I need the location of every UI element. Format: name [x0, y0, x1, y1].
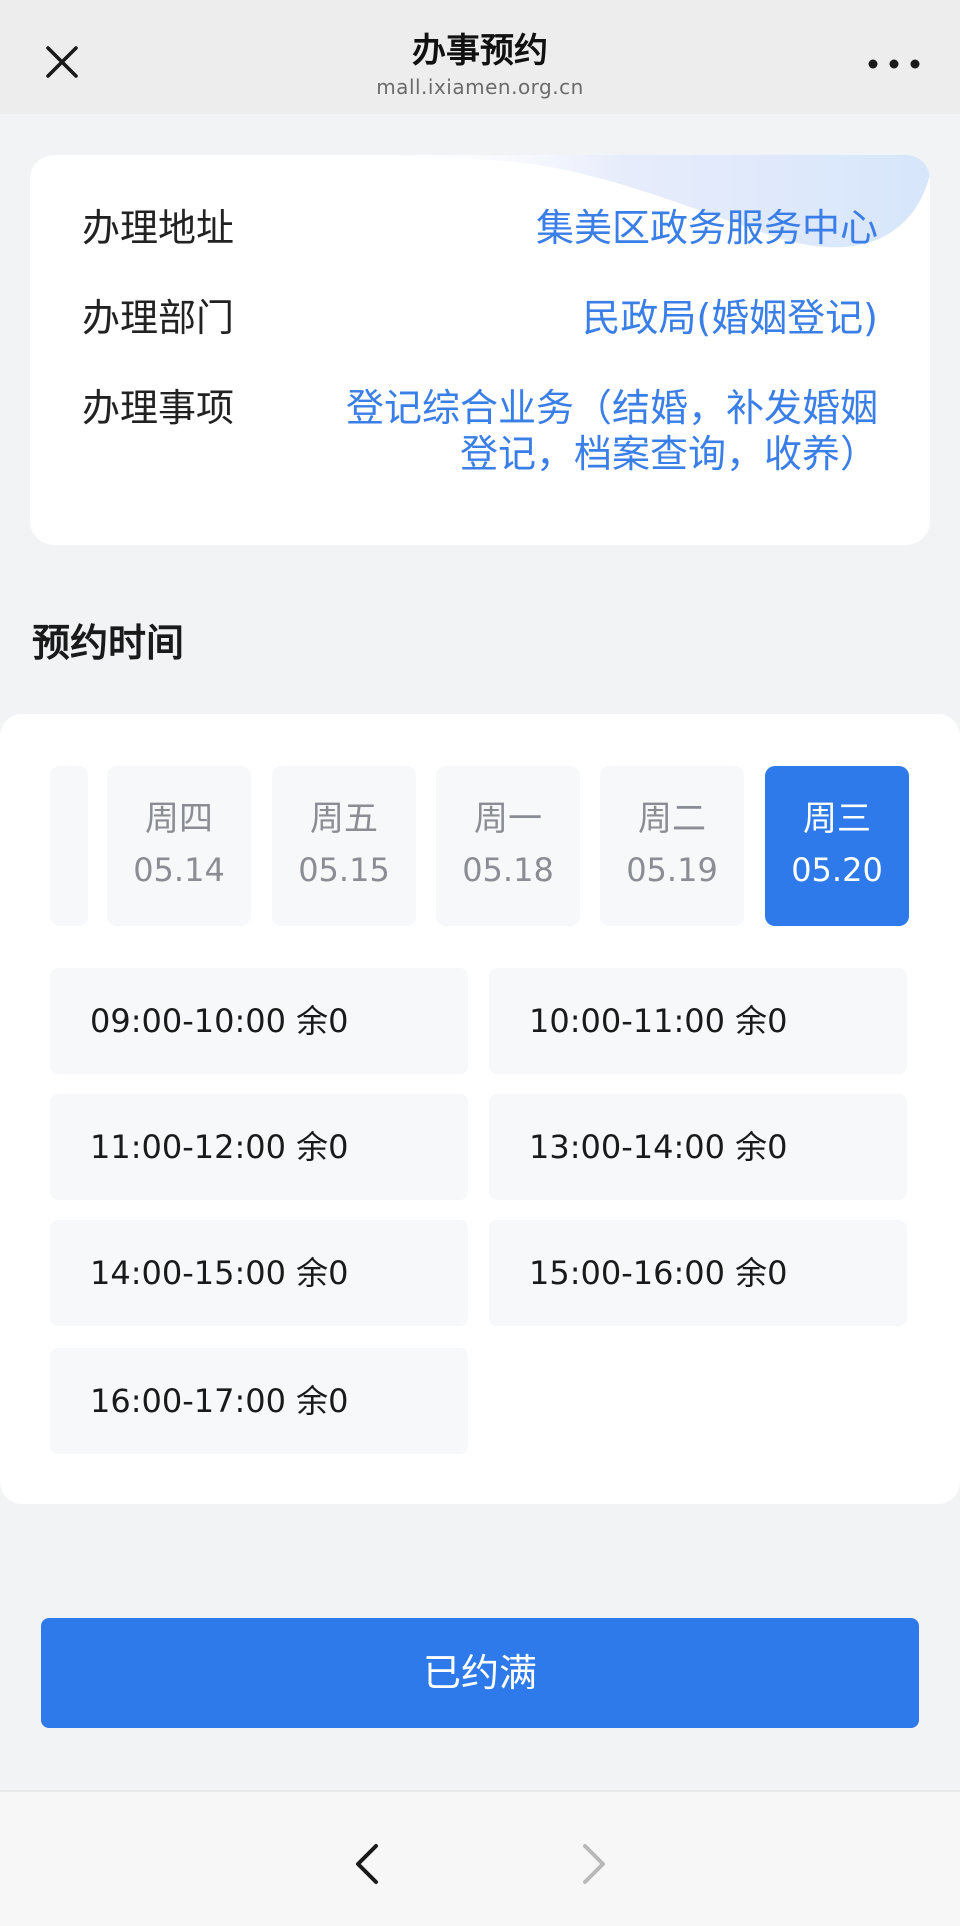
department-row: 办理部门 民政局(婚姻登记): [82, 295, 878, 345]
department-value: 民政局(婚姻登记): [582, 296, 878, 340]
time-slot[interactable]: 10:00-11:00 余0: [489, 968, 907, 1074]
date-value: 05.20: [791, 851, 883, 889]
time-slot[interactable]: 13:00-14:00 余0: [489, 1094, 907, 1200]
date-value: 05.19: [626, 851, 718, 889]
bottom-nav-bar: [0, 1790, 960, 1926]
time-slot-label: 15:00-16:00 余0: [529, 1254, 788, 1292]
submit-button[interactable]: 已约满: [41, 1618, 919, 1728]
title-bar: 办事预约 mall.ixiamen.org.cn: [0, 0, 960, 114]
time-slot-label: 14:00-15:00 余0: [90, 1254, 349, 1292]
time-slot-label: 10:00-11:00 余0: [529, 1002, 788, 1040]
page-url: mall.ixiamen.org.cn: [376, 75, 584, 99]
matter-value-line1: 登记综合业务（结婚，补发婚姻: [345, 386, 878, 430]
time-slot-label: 09:00-10:00 余0: [90, 1002, 349, 1040]
time-slot-label: 13:00-14:00 余0: [529, 1128, 788, 1166]
date-item-0518[interactable]: 周一 05.18: [436, 766, 580, 926]
department-label: 办理部门: [82, 296, 235, 340]
date-value: 05.14: [133, 851, 225, 889]
time-slot-label: 16:00-17:00 余0: [90, 1382, 349, 1420]
address-value: 集美区政务服务中心: [535, 206, 878, 250]
matter-value: 登记综合业务（结婚，补发婚姻 登记，档案查询，收养）: [346, 385, 878, 477]
section-title-time: 预约时间: [32, 621, 185, 665]
time-slot[interactable]: 11:00-12:00 余0: [50, 1094, 468, 1200]
date-item[interactable]: [50, 766, 88, 926]
time-slot[interactable]: 15:00-16:00 余0: [489, 1220, 907, 1326]
time-slot[interactable]: 16:00-17:00 余0: [50, 1348, 468, 1454]
date-selector[interactable]: 周四 05.14 周五 05.15 周一 05.18 周二 05.19 周三 0…: [50, 766, 910, 926]
more-icon[interactable]: [864, 50, 924, 78]
date-weekday: 周五: [310, 799, 378, 839]
address-row: 办理地址 集美区政务服务中心: [82, 205, 878, 255]
date-item-0514[interactable]: 周四 05.14: [107, 766, 251, 926]
date-value: 05.18: [462, 851, 554, 889]
time-slot-label: 11:00-12:00 余0: [90, 1128, 349, 1166]
address-label: 办理地址: [82, 206, 235, 250]
date-weekday: 周二: [638, 799, 706, 839]
submit-button-label: 已约满: [422, 1651, 537, 1695]
date-weekday: 周四: [145, 799, 213, 839]
matter-value-line2: 登记，档案查询，收养）: [459, 432, 878, 476]
forward-arrow-icon: [583, 1844, 605, 1884]
matter-label: 办理事项: [82, 386, 235, 430]
matter-row: 办理事项 登记综合业务（结婚，补发婚姻 登记，档案查询，收养）: [82, 385, 878, 485]
time-slot[interactable]: 09:00-10:00 余0: [50, 968, 468, 1074]
date-item-0515[interactable]: 周五 05.15: [272, 766, 416, 926]
service-info-card: 办理地址 集美区政务服务中心 办理部门 民政局(婚姻登记) 办理事项 登记综合业…: [30, 155, 930, 545]
back-arrow-icon[interactable]: [350, 1842, 384, 1886]
time-slot[interactable]: 14:00-15:00 余0: [50, 1220, 468, 1326]
page-title: 办事预约: [412, 31, 548, 71]
date-weekday: 周三: [803, 799, 871, 839]
date-item-0520-selected[interactable]: 周三 05.20: [765, 766, 909, 926]
date-value: 05.15: [298, 851, 390, 889]
title-group: 办事预约 mall.ixiamen.org.cn: [0, 30, 960, 100]
date-item-0519[interactable]: 周二 05.19: [600, 766, 744, 926]
appointment-time-card: 周四 05.14 周五 05.15 周一 05.18 周二 05.19 周三 0…: [0, 714, 960, 1504]
date-weekday: 周一: [474, 799, 542, 839]
